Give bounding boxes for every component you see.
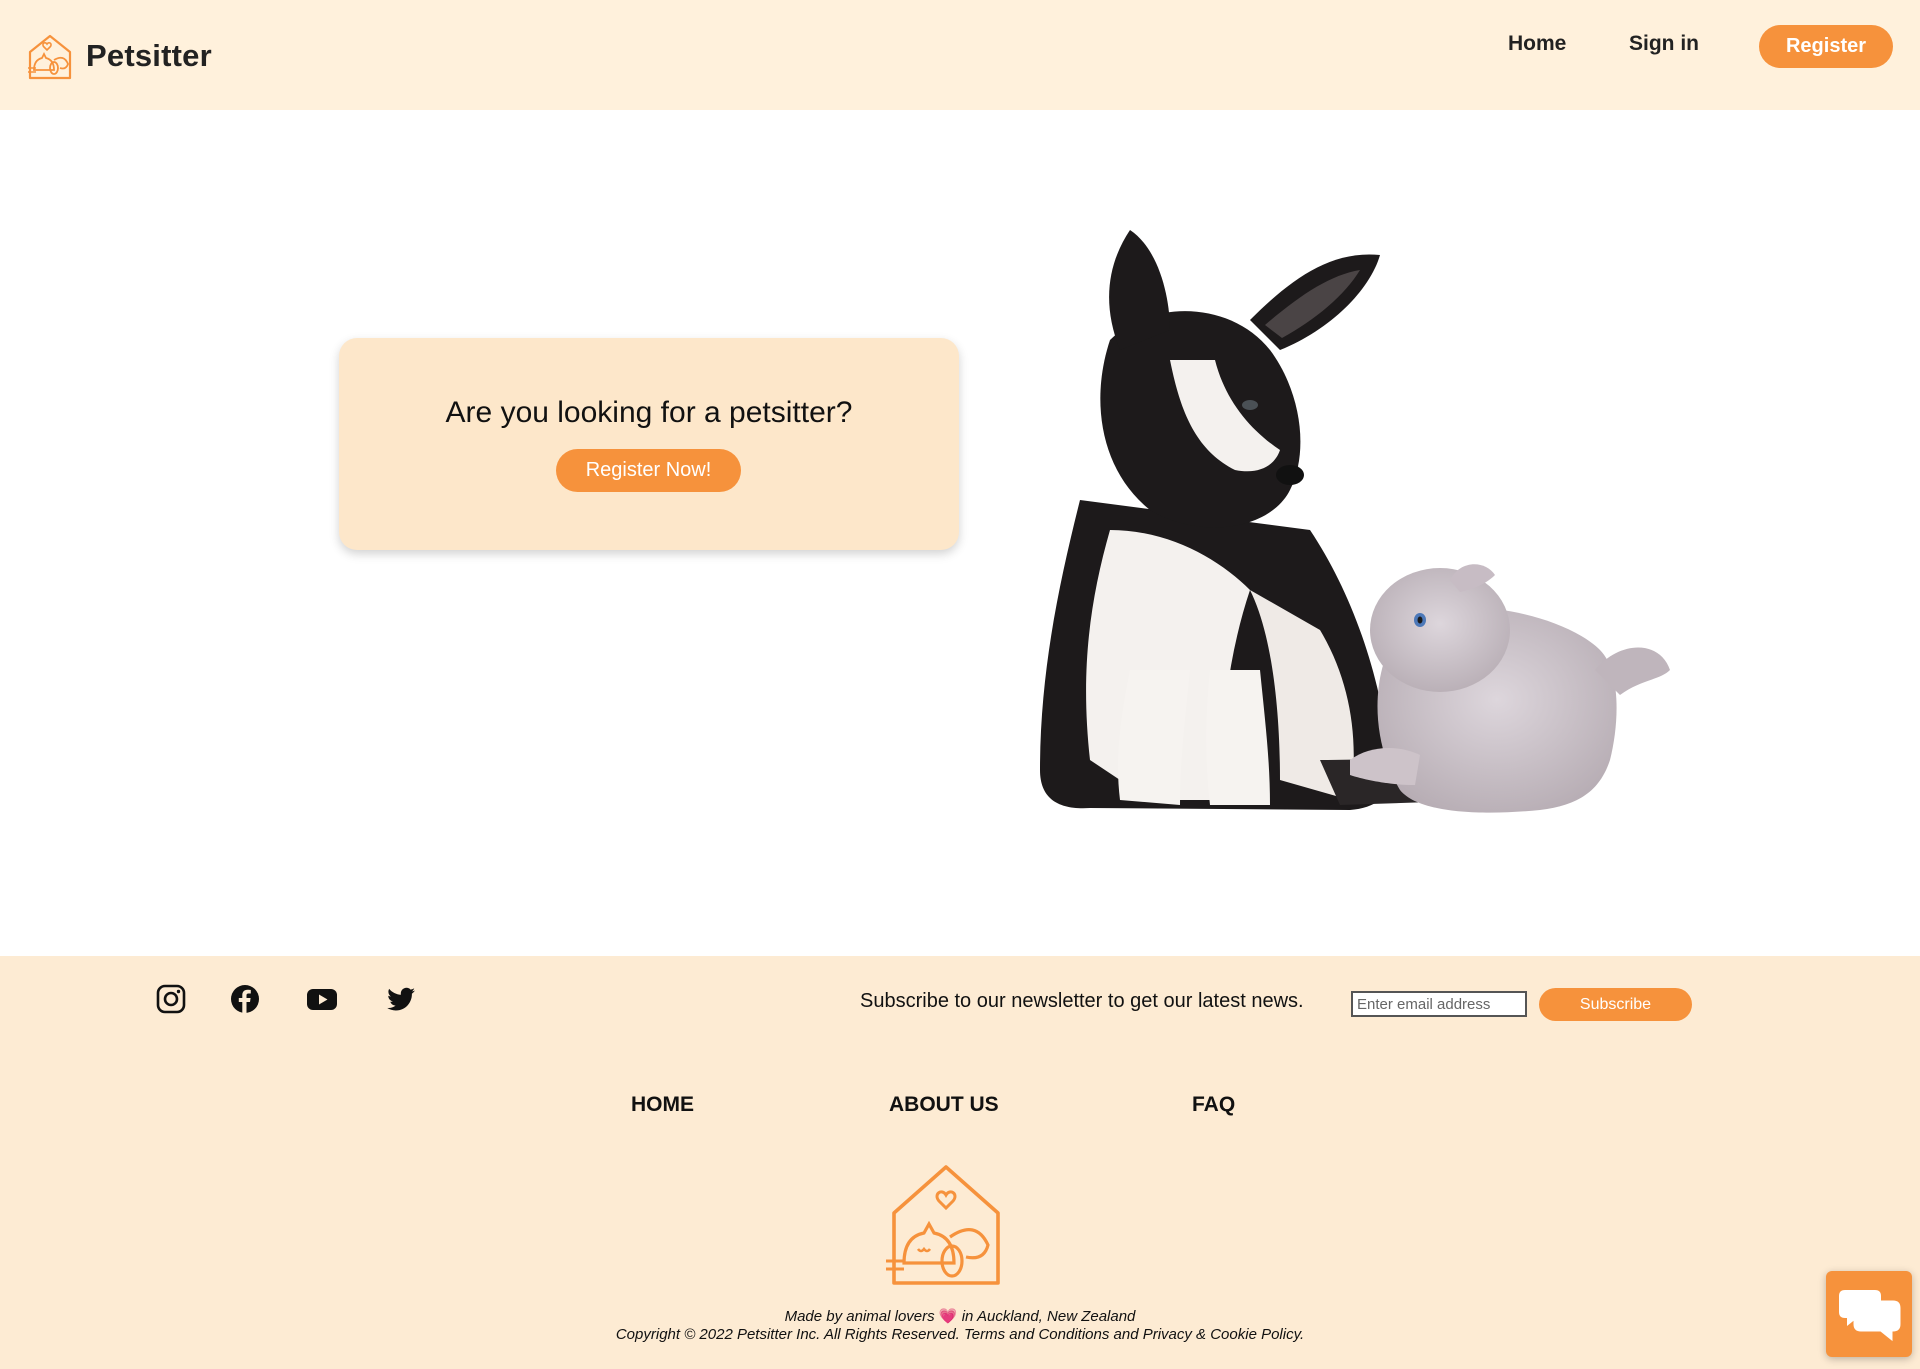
house-pets-logo-icon — [886, 1165, 1000, 1285]
chat-widget-button[interactable] — [1826, 1271, 1912, 1357]
hero-title: Are you looking for a petsitter? — [445, 396, 853, 429]
register-now-button[interactable]: Register Now! — [556, 449, 741, 492]
youtube-icon[interactable] — [306, 983, 338, 1015]
made-by-prefix: Made by animal lovers — [784, 1308, 935, 1325]
subscribe-button[interactable]: Subscribe — [1539, 988, 1692, 1021]
copyright-text: Copyright © 2022 Petsitter Inc. All Righ… — [615, 1326, 1305, 1343]
twitter-icon[interactable] — [385, 983, 417, 1015]
nav-sign-in-link[interactable]: Sign in — [1629, 32, 1699, 56]
brand[interactable]: Petsitter — [24, 30, 212, 82]
register-button[interactable]: Register — [1759, 25, 1893, 68]
hero-card: Are you looking for a petsitter? Registe… — [339, 338, 959, 550]
site-header: Petsitter Home Sign in Register — [0, 0, 1920, 110]
facebook-icon[interactable] — [229, 983, 261, 1015]
newsletter-text: Subscribe to our newsletter to get our l… — [860, 990, 1304, 1012]
footer-about-link[interactable]: ABOUT US — [889, 1093, 999, 1117]
email-input[interactable] — [1351, 991, 1527, 1017]
chat-bubbles-icon — [1839, 1290, 1901, 1342]
footer-faq-link[interactable]: FAQ — [1192, 1093, 1235, 1117]
brand-name: Petsitter — [86, 38, 212, 73]
footer-home-link[interactable]: HOME — [631, 1093, 694, 1117]
instagram-icon[interactable] — [155, 983, 187, 1015]
puppy-kitten-image — [1040, 230, 1670, 813]
nav-home-link[interactable]: Home — [1508, 32, 1566, 56]
heart-icon: 💗 — [938, 1308, 958, 1325]
made-by-suffix: in Auckland, New Zealand — [961, 1308, 1136, 1325]
house-pets-logo-icon — [28, 34, 72, 80]
made-by-text: Made by animal lovers 💗 in Auckland, New… — [0, 1307, 1920, 1325]
